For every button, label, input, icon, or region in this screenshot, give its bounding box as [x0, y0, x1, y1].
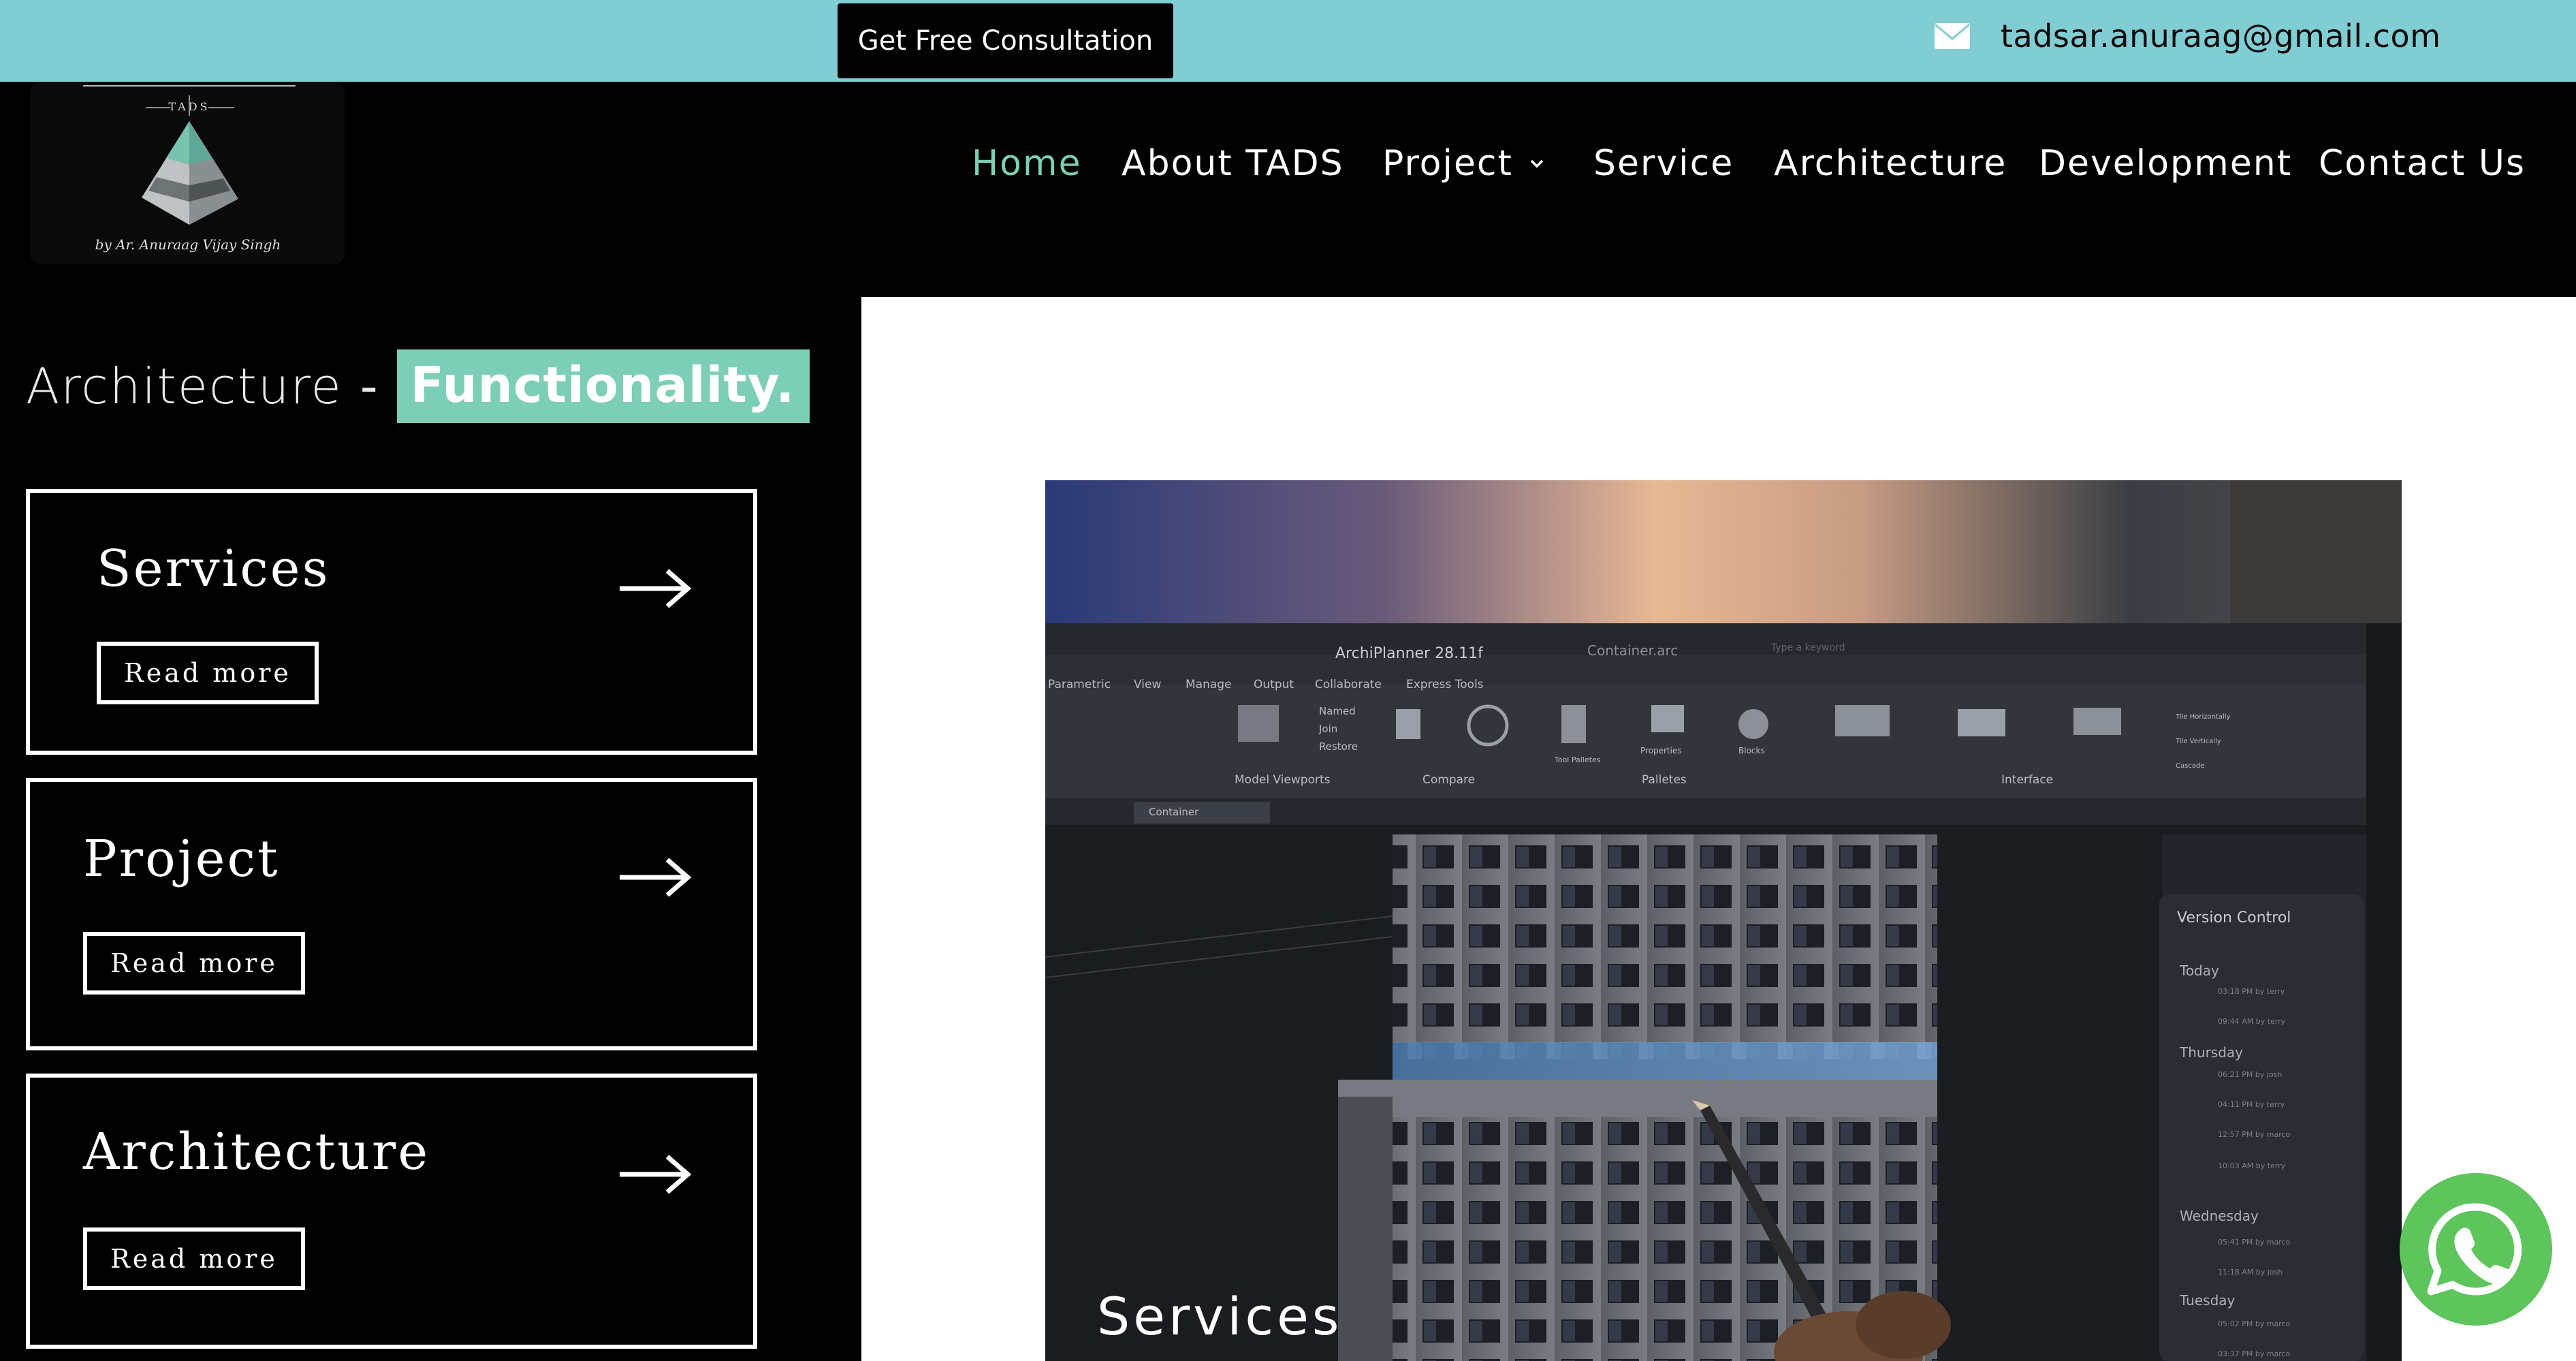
nav-about-label[interactable]: About TADS: [1122, 143, 1344, 184]
version-day: Wednesday: [2180, 1208, 2259, 1224]
app-menu-item[interactable]: Collaborate: [1315, 678, 1382, 691]
version-entry[interactable]: 12:57 PM by marco: [2218, 1130, 2290, 1139]
version-entry[interactable]: 09:44 AM by terry: [2218, 1017, 2285, 1026]
card-architecture[interactable]: Architecture Read more: [26, 1074, 757, 1349]
ribbon-item[interactable]: Tile Vertically: [2176, 738, 2221, 745]
version-entry[interactable]: 10:03 AM by terry: [2218, 1161, 2285, 1170]
read-more-button[interactable]: Read more: [83, 932, 305, 995]
nav-architecture-label[interactable]: Architecture: [1774, 143, 2007, 184]
whatsapp-button[interactable]: [2400, 1173, 2552, 1326]
hero-title-plain: Architecture: [26, 358, 343, 415]
arrow-right-icon[interactable]: [618, 857, 692, 898]
card-project[interactable]: Project Read more: [26, 778, 757, 1050]
get-consultation-button[interactable]: Get Free Consultation: [838, 3, 1173, 78]
site-logo[interactable]: TADS by Ar. Anuraag Vijay Singh: [30, 82, 345, 264]
nav-architecture[interactable]: Architecture: [1774, 136, 2007, 191]
ribbon-item[interactable]: Named: [1319, 705, 1356, 717]
chevron-down-icon[interactable]: [1529, 156, 1544, 171]
version-entry[interactable]: 11:18 AM by josh: [2218, 1268, 2283, 1277]
hero-title-dash: -: [360, 358, 378, 415]
ribbon-group: Interface: [2001, 773, 2054, 787]
card-title: Project: [83, 830, 280, 888]
envelope-icon: [1935, 23, 1970, 49]
version-day: Tuesday: [2180, 1292, 2236, 1309]
ribbon-item[interactable]: Join: [1319, 723, 1337, 735]
card-services[interactable]: Services Read more: [26, 489, 757, 755]
app-title: ArchiPlanner 28.11f: [1335, 645, 1483, 662]
version-entry[interactable]: 03:18 PM by terry: [2218, 987, 2285, 996]
read-more-button[interactable]: Read more: [83, 1227, 305, 1290]
version-panel-title: Version Control: [2177, 909, 2291, 926]
read-more-button[interactable]: Read more: [97, 642, 319, 704]
top-bar: Get Free Consultation tadsar.anuraag@gma…: [0, 0, 2576, 82]
logo-signature: by Ar. Anuraag Vijay Singh: [95, 236, 281, 253]
nav-project[interactable]: Project: [1382, 136, 1544, 191]
arrow-right-icon[interactable]: [618, 1154, 692, 1195]
card-title: Architecture: [83, 1123, 430, 1181]
nav-about[interactable]: About TADS: [1122, 136, 1344, 191]
app-file: Container.arc: [1587, 642, 1679, 659]
app-menu-item[interactable]: Express Tools: [1406, 678, 1484, 691]
ribbon-group: Compare: [1422, 773, 1476, 787]
arrow-right-icon[interactable]: [618, 568, 692, 609]
hero-title-highlight: Functionality.: [396, 349, 810, 423]
app-menu-item[interactable]: Manage: [1186, 678, 1232, 691]
version-day: Today: [2180, 963, 2219, 979]
nav-contact-label[interactable]: Contact Us: [2319, 143, 2526, 184]
nav-development-label[interactable]: Development: [2039, 143, 2292, 184]
ribbon-group: Palletes: [1642, 773, 1687, 787]
app-search[interactable]: Type a keyword: [1771, 642, 1845, 653]
app-menu-item[interactable]: View: [1134, 678, 1161, 691]
ribbon-item[interactable]: Blocks: [1738, 746, 1765, 755]
ribbon-item[interactable]: Properties: [1640, 746, 1682, 755]
version-entry[interactable]: 05:41 PM by marco: [2218, 1238, 2290, 1247]
whatsapp-icon: [2427, 1203, 2522, 1296]
ribbon-item[interactable]: Restore: [1319, 740, 1358, 753]
card-title: Services: [97, 539, 330, 598]
ribbon-group: Model Viewports: [1235, 773, 1331, 787]
logo-pyramid-icon: TADS by Ar. Anuraag Vijay Singh: [83, 85, 296, 253]
nav-project-label[interactable]: Project: [1382, 143, 1513, 184]
nav-contact[interactable]: Contact Us: [2319, 136, 2526, 191]
hero-heading: Architecture - Functionality.: [26, 349, 810, 424]
app-tab[interactable]: Container: [1149, 806, 1198, 818]
nav-home[interactable]: Home: [972, 136, 1082, 191]
app-menu-item[interactable]: Parametric: [1048, 678, 1111, 691]
ribbon-item[interactable]: Tile Horizontally: [2176, 713, 2230, 721]
showcase-caption: Services: [1097, 1286, 1343, 1347]
showcase-image[interactable]: ArchiPlanner 28.11f Container.arc Type a…: [1045, 480, 2402, 1361]
version-entry[interactable]: 04:11 PM by terry: [2218, 1100, 2285, 1109]
email-text[interactable]: tadsar.anuraag@gmail.com: [2001, 18, 2441, 54]
version-entry[interactable]: 06:21 PM by josh: [2218, 1070, 2282, 1079]
ribbon-item[interactable]: Cascade: [2176, 762, 2204, 770]
nav-development[interactable]: Development: [2039, 136, 2292, 191]
version-entry[interactable]: 03:37 PM by marco: [2218, 1349, 2290, 1358]
version-entry[interactable]: 05:02 PM by marco: [2218, 1319, 2290, 1328]
version-day: Thursday: [2180, 1044, 2243, 1061]
contact-email[interactable]: tadsar.anuraag@gmail.com: [1934, 12, 2441, 60]
nav-service-label[interactable]: Service: [1593, 143, 1734, 184]
app-menu-item[interactable]: Output: [1254, 678, 1294, 691]
nav-home-label[interactable]: Home: [972, 143, 1082, 184]
nav-service[interactable]: Service: [1593, 136, 1734, 191]
ribbon-item[interactable]: Tool Palletes: [1555, 755, 1600, 764]
